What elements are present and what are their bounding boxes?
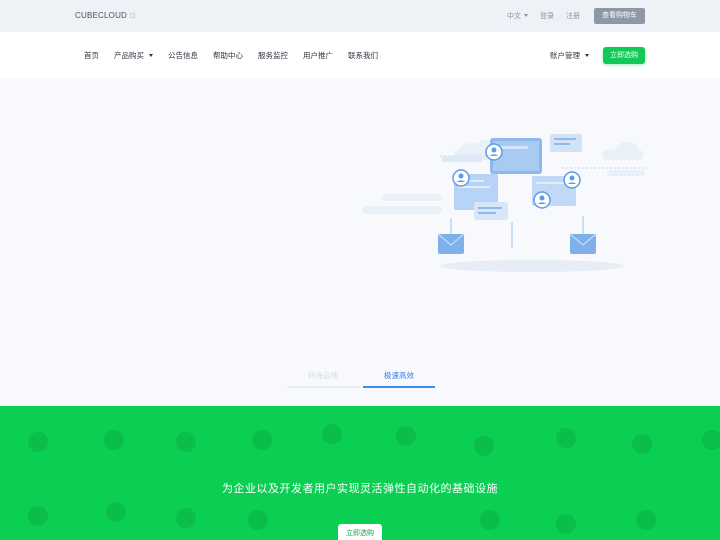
- decorative-dot: [474, 436, 494, 456]
- brand-name: CUBECLOUD: [75, 11, 128, 20]
- decorative-dot: [396, 426, 416, 446]
- nav-item-help[interactable]: 帮助中心: [213, 50, 243, 61]
- chevron-down-icon: [149, 53, 153, 57]
- language-label: 中文: [507, 13, 521, 20]
- main-navbar: 首页 产品购买 公告信息 帮助中心 服务监控 用户推广 联系我们 账户管理 立即…: [0, 32, 720, 78]
- account-menu[interactable]: 账户管理: [550, 50, 589, 61]
- nav-item-affiliate[interactable]: 用户推广: [303, 50, 333, 61]
- hero-section: 四海云地 极速高效: [0, 78, 720, 406]
- decorative-dot: [106, 502, 126, 522]
- nav-item-products[interactable]: 产品购买: [114, 50, 153, 61]
- top-links: 中文 登录 注册 查看购物车: [507, 8, 645, 24]
- decorative-dot: [28, 506, 48, 526]
- nav-right: 账户管理 立即选购: [550, 32, 645, 78]
- decorative-dot: [556, 514, 576, 534]
- hero-tab-speed[interactable]: 极速高效: [363, 370, 435, 388]
- chevron-down-icon: [524, 14, 528, 17]
- slogan-text: 为企业以及开发者用户实现灵活弹性自动化的基础设施: [222, 483, 498, 495]
- hero-tabs: 四海云地 极速高效: [287, 370, 435, 388]
- login-link[interactable]: 登录: [540, 11, 554, 21]
- nav-item-announcements[interactable]: 公告信息: [168, 50, 198, 61]
- nav-item-products-label: 产品购买: [114, 50, 144, 60]
- nav-item-contact[interactable]: 联系我们: [348, 50, 378, 61]
- decorative-dot: [480, 510, 500, 530]
- view-cart-button[interactable]: 查看购物车: [594, 8, 645, 24]
- band-buy-button[interactable]: 立即选购: [338, 524, 382, 540]
- decorative-dot: [322, 424, 342, 444]
- hero-tab-global[interactable]: 四海云地: [287, 370, 359, 388]
- decorative-dot: [632, 434, 652, 454]
- register-link[interactable]: 注册: [566, 11, 580, 21]
- chevron-down-icon: [585, 53, 589, 57]
- language-selector[interactable]: 中文: [507, 11, 528, 21]
- decorative-dot: [176, 508, 196, 528]
- brand-logo[interactable]: CUBECLOUD: [75, 11, 136, 20]
- decorative-dot: [702, 430, 720, 450]
- main-nav: 首页 产品购买 公告信息 帮助中心 服务监控 用户推广 联系我们: [84, 32, 393, 78]
- decorative-dot: [636, 510, 656, 530]
- decorative-dot: [248, 510, 268, 530]
- buy-now-button[interactable]: 立即选购: [603, 46, 645, 64]
- nav-item-monitor[interactable]: 服务监控: [258, 50, 288, 61]
- cloud-network-illustration: [362, 134, 647, 272]
- account-label: 账户管理: [550, 50, 580, 60]
- decorative-dot: [252, 430, 272, 450]
- nav-item-home[interactable]: 首页: [84, 50, 99, 61]
- decorative-dot: [556, 428, 576, 448]
- decorative-dot: [104, 430, 124, 450]
- decorative-dot: [28, 432, 48, 452]
- slogan-band: 为企业以及开发者用户实现灵活弹性自动化的基础设施 立即选购: [0, 406, 720, 540]
- brand-mark-icon: [130, 13, 136, 18]
- top-bar: CUBECLOUD 中文 登录 注册 查看购物车: [0, 0, 720, 32]
- decorative-dot: [176, 432, 196, 452]
